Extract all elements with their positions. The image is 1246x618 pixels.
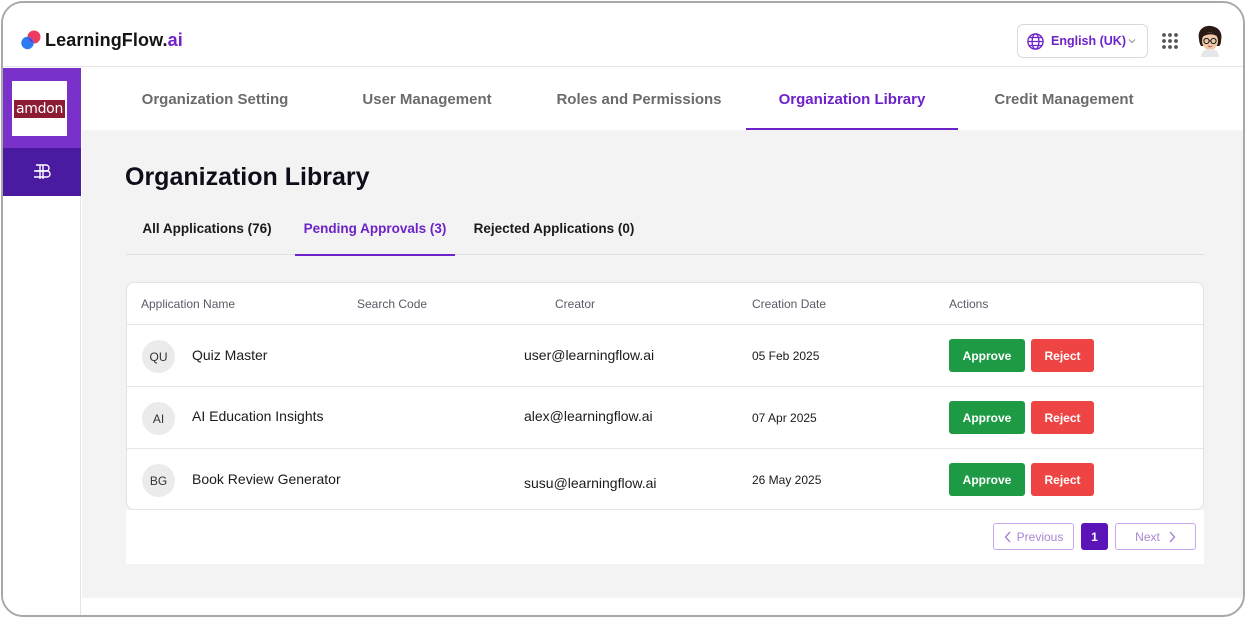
approve-button[interactable]: Approve [949,339,1025,372]
org-switcher[interactable]: amdon [3,68,81,148]
main-content: Organization Library All Applications (7… [82,130,1243,598]
app-creation-date: 07 Apr 2025 [752,411,817,425]
applications-table: Application Name Search Code Creator Cre… [126,282,1204,510]
library-stack-icon [34,164,51,179]
app-initials-avatar: QU [142,340,175,373]
page-number-current[interactable]: 1 [1081,523,1108,550]
table-header: Application Name Search Code Creator Cre… [127,283,1203,325]
app-initials-avatar: AI [142,402,175,435]
learningflow-logo-icon[interactable] [19,28,43,52]
chevron-right-icon [1169,531,1176,542]
tab-organization-library[interactable]: Organization Library [746,68,958,130]
app-name: AI Education Insights [192,408,324,424]
table-row[interactable]: QU Quiz Master user@learningflow.ai 05 F… [127,325,1203,387]
sidebar-item-library[interactable] [3,148,81,196]
subtab-pending-approvals[interactable]: Pending Approvals (3) [295,202,455,256]
app-initials-avatar: BG [142,464,175,497]
brand-name[interactable]: LearningFlow.ai [45,30,183,51]
app-creator: user@learningflow.ai [524,347,655,363]
tab-organization-setting[interactable]: Organization Setting [102,68,328,130]
chevron-down-icon [1128,39,1136,44]
tab-roles-and-permissions[interactable]: Roles and Permissions [536,68,742,130]
globe-icon [1027,32,1044,50]
column-header-search-code[interactable]: Search Code [357,297,427,311]
app-creator: susu@learningflow.ai [524,475,657,491]
language-label: English (UK) [1051,34,1126,48]
apps-grid-icon[interactable] [1161,32,1179,50]
reject-button[interactable]: Reject [1031,401,1094,434]
column-header-application-name[interactable]: Application Name [141,297,235,311]
app-name: Quiz Master [192,347,268,363]
pagination: Previous 1 Next [126,510,1204,564]
approve-button[interactable]: Approve [949,401,1025,434]
app-window: LearningFlow.ai English (UK) amdon Organ… [1,1,1245,617]
chevron-left-icon [1004,531,1011,542]
user-avatar[interactable] [1195,25,1225,57]
previous-page-label: Previous [1016,529,1064,544]
settings-tabs: Organization Setting User Management Rol… [82,68,1243,130]
brand-name-main: LearningFlow. [45,30,168,50]
left-rail: amdon [3,68,81,615]
reject-button[interactable]: Reject [1031,339,1094,372]
approve-button[interactable]: Approve [949,463,1025,496]
language-selector[interactable]: English (UK) [1017,24,1148,58]
brand-name-accent: ai [167,30,183,50]
app-creation-date: 26 May 2025 [752,473,822,487]
column-header-creation-date[interactable]: Creation Date [752,297,826,311]
app-name: Book Review Generator [192,471,341,487]
column-header-creator[interactable]: Creator [555,297,595,311]
library-subtabs: All Applications (76) Pending Approvals … [126,202,1204,256]
table-row[interactable]: BG Book Review Generator susu@learningfl… [127,449,1203,509]
org-logo-text: amdon [13,99,66,118]
app-creation-date: 05 Feb 2025 [752,349,820,363]
subtab-rejected-applications[interactable]: Rejected Applications (0) [466,202,642,255]
tab-credit-management[interactable]: Credit Management [962,68,1166,130]
tab-user-management[interactable]: User Management [328,68,526,130]
table-row[interactable]: AI AI Education Insights alex@learningfl… [127,387,1203,449]
page-title: Organization Library [125,163,370,191]
top-bar: LearningFlow.ai English (UK) [3,3,1243,67]
column-header-actions: Actions [949,297,989,311]
previous-page-button[interactable]: Previous [993,523,1074,550]
next-page-label: Next [1135,529,1160,544]
subtab-all-applications[interactable]: All Applications (76) [126,202,288,255]
reject-button[interactable]: Reject [1031,463,1094,496]
app-creator: alex@learningflow.ai [524,408,653,424]
next-page-button[interactable]: Next [1115,523,1196,550]
org-logo: amdon [12,81,67,136]
